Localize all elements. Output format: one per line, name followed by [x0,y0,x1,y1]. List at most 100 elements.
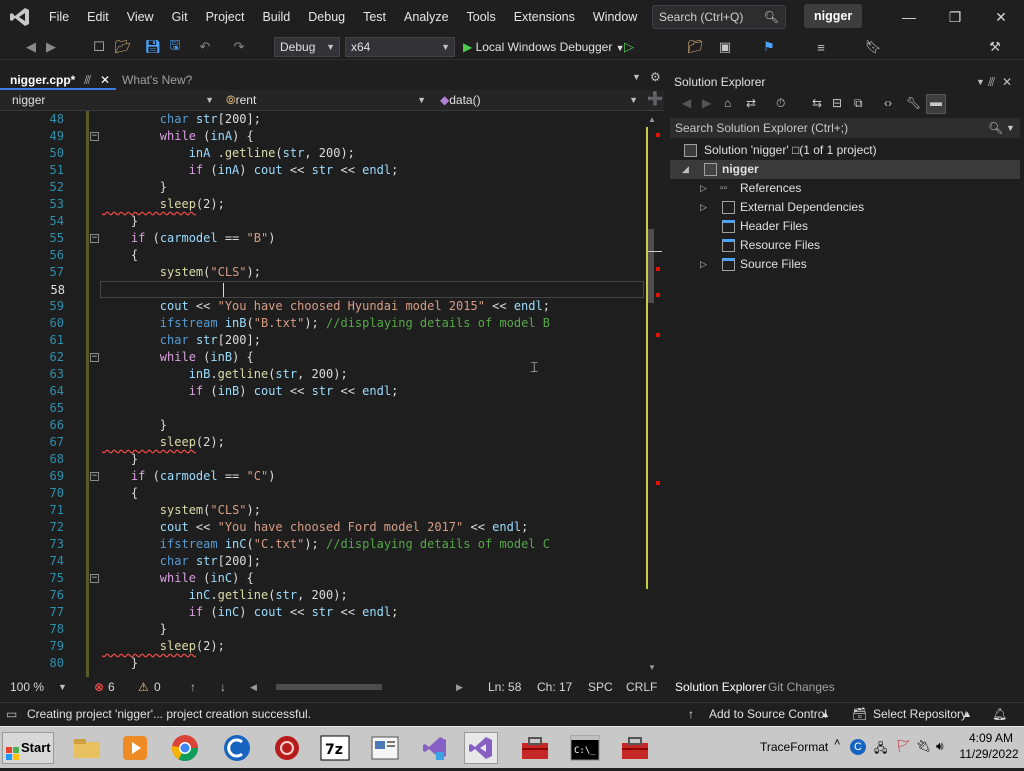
media-player-icon[interactable] [118,732,152,764]
close-window-icon[interactable]: ✕ [978,0,1024,34]
save-all-icon[interactable]: 🖫︎ [166,37,184,56]
switch-views-icon[interactable]: ⇄ [746,96,756,110]
collapsed-arrow-icon[interactable]: ▷ [700,255,707,274]
bookmark-icon[interactable]: 🔖︎ [864,38,882,56]
menu-item-analyze[interactable]: Analyze [395,0,457,34]
tab-git-changes[interactable]: Git Changes [768,677,835,697]
solution-explorer-search-input[interactable]: Search Solution Explorer (Ctrl+;) 🔍︎ ▼ [670,118,1020,138]
code-line[interactable]: 67 sleep(2); [0,434,640,451]
code-line[interactable]: 66 } [0,417,640,434]
code-line[interactable]: 70 { [0,485,640,502]
view-code-icon[interactable]: ‹› [884,96,892,110]
scroll-left-icon[interactable]: ◀ [250,677,257,697]
menu-item-extensions[interactable]: Extensions [505,0,584,34]
menu-item-debug[interactable]: Debug [299,0,354,34]
chevron-up-icon[interactable]: ˄ [834,737,840,749]
power-icon[interactable]: 🔌︎ [916,739,931,753]
home-icon[interactable]: ⌂ [724,96,731,110]
menu-item-test[interactable]: Test [354,0,395,34]
zoom-level[interactable]: 100 % [10,677,44,697]
open-folder-icon[interactable]: 📂︎ [114,38,132,56]
code-line[interactable]: 79 sleep(2); [0,638,640,655]
chevron-down-icon[interactable]: ▼ [58,677,67,697]
ccleaner-tray-icon[interactable]: C [850,739,866,755]
tab-solution-explorer[interactable]: Solution Explorer [675,677,766,697]
menu-item-edit[interactable]: Edit [78,0,118,34]
visual-studio-installer-icon[interactable] [418,732,452,764]
collapse-icon[interactable]: − [90,574,99,583]
start-without-debugging-icon[interactable]: ▷ [620,38,638,56]
tab-nigger-cpp[interactable]: nigger.cpp* ⫻ ✕ [0,70,116,90]
menu-item-tools[interactable]: Tools [458,0,505,34]
network-icon[interactable]: 🖧︎ [874,739,887,760]
menu-item-file[interactable]: File [40,0,78,34]
code-line[interactable]: 48 char str[200]; [0,111,640,128]
warning-icon[interactable]: ⚠ [138,677,149,697]
chevron-down-icon[interactable]: ▼ [976,73,985,91]
code-line[interactable]: 64 if (inB) cout << str << endl; [0,383,640,400]
code-editor[interactable]: 48 char str[200]; 49− while (inA) {50 inA… [0,111,664,677]
back-icon[interactable]: ◀ [22,38,40,56]
code-line[interactable]: 75 − while (inC) { [0,570,640,587]
indent-icon[interactable]: ≡ [812,38,830,56]
menu-item-git[interactable]: Git [163,0,197,34]
start-debugging-button[interactable]: ▶ Local Windows Debugger ▼ [463,38,625,56]
code-line[interactable]: 55 − if (carmodel == "B") [0,230,640,247]
solution-folder-icon[interactable]: 📁︎ [686,38,704,56]
code-line[interactable]: 49 − while (inA) { [0,128,640,145]
tree-item-source-files[interactable]: ▷ Source Files [670,255,1020,274]
7zip-icon[interactable]: 7z [318,732,352,764]
properties-icon[interactable]: 🔧︎ [906,96,921,110]
show-all-files-icon[interactable]: ⧉ [854,96,863,111]
horizontal-scrollbar-thumb[interactable] [276,684,382,690]
collapse-icon[interactable]: − [90,132,99,141]
chevron-down-icon[interactable]: ▼ [1006,118,1015,138]
file-explorer-icon[interactable] [70,732,104,764]
code-line[interactable]: 78 } [0,621,640,638]
member-select[interactable]: ◆data() ▼ [436,91,642,110]
code-line[interactable]: 61 char str[200]; [0,332,640,349]
pin-icon[interactable]: ⫻ [84,70,91,90]
tab-whats-new[interactable]: What's New? [112,70,222,90]
output-icon[interactable]: ▭ [6,703,17,725]
redo-icon[interactable]: ↷ [230,38,248,56]
code-line[interactable]: 63 inB.getline(str, 200); [0,366,640,383]
toolbox-icon[interactable] [618,732,652,764]
arrow-up-icon[interactable]: ↑ [190,677,196,697]
notifications-icon[interactable]: 🔔︎ [992,703,1007,725]
select-repository-button[interactable]: Select Repository [873,703,967,725]
minimize-icon[interactable]: — [886,0,932,34]
tree-item-header-files[interactable]: Header Files [670,217,1020,236]
code-line[interactable]: 74 char str[200]; [0,553,640,570]
split-window-icon[interactable]: ➕ [647,91,663,107]
collapse-icon[interactable]: − [90,353,99,362]
arrow-down-icon[interactable]: ↓ [220,677,226,697]
type-scope-select[interactable]: ⦾rent ▼ [222,91,430,110]
command-prompt-icon[interactable]: C:\_ [568,732,602,764]
code-line[interactable]: 77 if (inC) cout << str << endl; [0,604,640,621]
search-input[interactable]: Search (Ctrl+Q) 🔍︎ [652,5,786,29]
tree-item-external-dependencies[interactable]: ▷ External Dependencies [670,198,1020,217]
trace-format-label[interactable]: TraceFormat [760,740,828,754]
project-scope-select[interactable]: nigger ▼ [8,91,218,110]
collapse-icon[interactable]: − [90,234,99,243]
code-line[interactable]: 52 } [0,179,640,196]
code-line[interactable]: 72 cout << "You have choosed Ford model … [0,519,640,536]
configuration-select[interactable]: Debug ▼ [274,37,340,57]
tab-list-dropdown-icon[interactable]: ▼ [632,72,641,82]
back-icon[interactable]: ◀ [682,96,691,110]
volume-icon[interactable]: 🔊︎ [936,739,944,754]
clock-date[interactable]: 11/29/2022 [956,747,1022,761]
error-icon[interactable]: ⊗ [94,677,104,697]
warning-count[interactable]: 0 [154,677,161,697]
new-project-icon[interactable]: ☐ [90,38,108,56]
undo-icon[interactable]: ↶ [196,38,214,56]
breakpoint-icon[interactable]: ⚑ [760,38,778,56]
code-line[interactable]: 69 − if (carmodel == "C") [0,468,640,485]
close-tab-icon[interactable]: ✕ [100,70,110,90]
code-line[interactable]: 60 ifstream inB("B.txt"); //displaying d… [0,315,640,332]
live-share-icon[interactable]: ⚒ [986,38,1004,56]
code-line[interactable]: 56 { [0,247,640,264]
tree-item-resource-files[interactable]: Resource Files [670,236,1020,255]
code-line[interactable]: 50 inA .getline(str, 200); [0,145,640,162]
